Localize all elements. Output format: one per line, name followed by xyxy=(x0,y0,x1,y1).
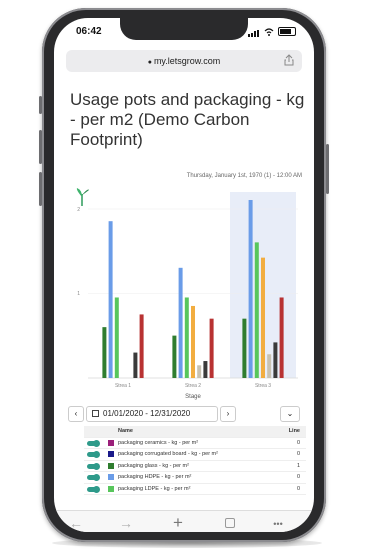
chart-bar xyxy=(197,365,202,378)
x-tick-label: Strea 1 xyxy=(115,383,131,389)
forward-icon[interactable]: → xyxy=(116,515,136,531)
chart-bar xyxy=(108,221,113,378)
chart-bar xyxy=(191,305,195,378)
add-icon[interactable]: + xyxy=(168,513,188,532)
chart-bar xyxy=(172,335,177,378)
status-time: 06:42 xyxy=(76,26,102,37)
visibility-toggle[interactable] xyxy=(87,485,100,493)
chart-bar xyxy=(184,297,189,378)
legend-row: packaging LDPE - kg - per m² 0 xyxy=(84,484,306,495)
legend-item-line: 1 xyxy=(296,462,300,469)
battery-icon xyxy=(278,27,296,36)
address-bar[interactable]: ● my.letsgrow.com xyxy=(66,50,302,72)
status-icons xyxy=(248,26,296,37)
status-bar: 06:42 xyxy=(54,18,314,42)
chart-bar xyxy=(178,267,183,378)
x-tick-label: Strea 3 xyxy=(255,383,271,389)
chart-bar xyxy=(102,327,107,378)
legend-item-name: packaging ceramics - kg - per m² xyxy=(118,439,199,446)
chart-bar xyxy=(242,318,247,378)
browser-toolbar: ← → + ••• xyxy=(54,510,314,532)
signal-icon xyxy=(248,26,260,37)
chart-bar xyxy=(139,314,144,378)
legend-swatch xyxy=(108,439,114,446)
plant-logo-icon xyxy=(76,188,89,206)
legend-item-name: packaging glass - kg - per m² xyxy=(118,462,189,469)
chart-bar xyxy=(279,297,284,378)
y-tick-label: 1 xyxy=(77,291,80,297)
next-range-button[interactable]: › xyxy=(220,406,236,422)
visibility-toggle[interactable] xyxy=(87,462,100,470)
chart-bar xyxy=(203,361,208,378)
visibility-toggle[interactable] xyxy=(87,451,100,458)
chart-bar xyxy=(273,342,278,378)
chart-bar xyxy=(114,297,119,378)
chart-bar xyxy=(248,200,253,378)
legend-swatch xyxy=(108,462,114,469)
legend-item-line: 0 xyxy=(296,474,300,480)
chart-bar xyxy=(261,257,265,378)
legend-item-name: packaging corrugated board - kg - per m² xyxy=(118,451,218,457)
calendar-icon xyxy=(92,410,99,417)
mute-switch xyxy=(39,96,42,114)
x-axis-title: Stage xyxy=(185,394,201,400)
y-tick-label: 2 xyxy=(77,207,80,213)
legend-header-name: Name xyxy=(118,428,133,434)
url-text: my.letsgrow.com xyxy=(153,56,221,66)
legend-swatch xyxy=(108,485,114,492)
date-range-picker[interactable]: 01/01/2020 - 12/31/2020 xyxy=(86,406,218,422)
volume-up-button xyxy=(39,130,42,164)
more-icon[interactable]: ••• xyxy=(268,519,288,529)
power-button xyxy=(326,144,329,194)
legend-row: packaging corrugated board - kg - per m²… xyxy=(84,449,306,461)
date-range-text: 01/01/2020 - 12/31/2020 xyxy=(103,409,191,418)
legend-item-line: 0 xyxy=(296,451,300,457)
visibility-toggle[interactable] xyxy=(87,439,100,447)
tabs-icon[interactable] xyxy=(220,515,240,531)
date-range-bar: ‹ 01/01/2020 - 12/31/2020 › ⌄ xyxy=(68,406,304,422)
legend-header: Name Line xyxy=(84,426,306,438)
lock-icon: ● xyxy=(147,59,152,66)
legend-item-name: packaging HDPE - kg - per m² xyxy=(118,474,192,480)
page-title: Usage pots and packaging - kg - per m2 (… xyxy=(70,90,305,149)
share-icon[interactable] xyxy=(284,54,294,66)
legend-item-line: 0 xyxy=(296,485,300,492)
phone-screen: 06:42 ● my.letsgrow.com Usage pots and pa… xyxy=(54,18,314,532)
legend-swatch xyxy=(108,474,114,480)
chart-bar xyxy=(254,242,259,378)
chart-bar xyxy=(133,352,138,378)
visibility-toggle[interactable] xyxy=(87,474,100,481)
chart-bar xyxy=(209,318,214,378)
legend-swatch xyxy=(108,451,114,457)
legend-table: Name Line packaging ceramics - kg - per … xyxy=(84,426,306,495)
legend-row: packaging ceramics - kg - per m² 0 xyxy=(84,438,306,449)
back-icon[interactable]: ← xyxy=(66,515,86,531)
url-display[interactable]: ● my.letsgrow.com xyxy=(66,56,302,66)
legend-row: packaging HDPE - kg - per m² 0 xyxy=(84,472,306,484)
expand-dropdown-button[interactable]: ⌄ xyxy=(280,406,300,422)
legend-row: packaging glass - kg - per m² 1 xyxy=(84,461,306,472)
legend-rows: packaging ceramics - kg - per m² 0 packagi… xyxy=(84,438,306,495)
bar-chart: 1 2 Strea 1 Strea 2 Strea 3 Stage xyxy=(76,188,298,400)
wifi-icon xyxy=(264,27,274,36)
previous-range-button[interactable]: ‹ xyxy=(68,406,84,422)
volume-down-button xyxy=(39,172,42,206)
legend-item-name: packaging LDPE - kg - per m² xyxy=(118,485,191,492)
chart-bar xyxy=(267,354,272,378)
x-tick-label: Strea 2 xyxy=(185,383,201,389)
legend-header-line: Line xyxy=(288,428,300,434)
legend-item-line: 0 xyxy=(296,439,300,446)
